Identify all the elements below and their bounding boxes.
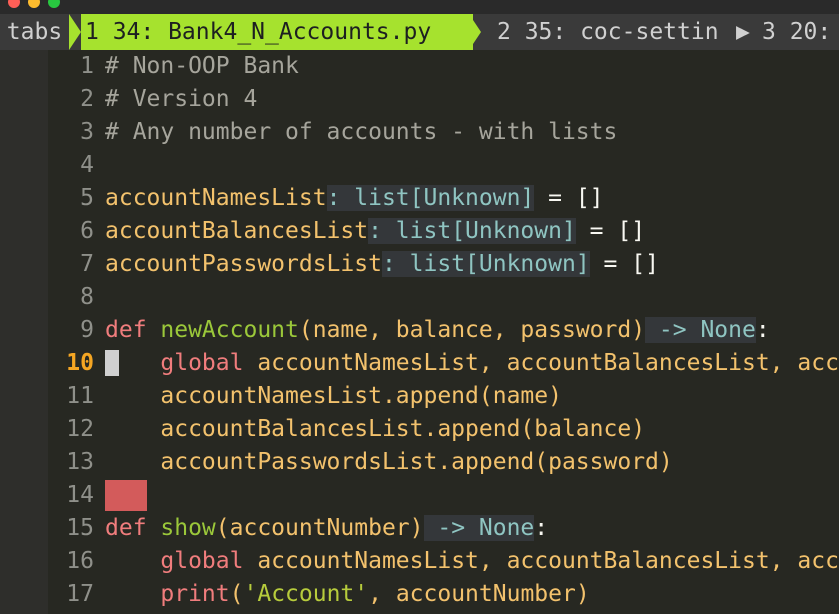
- code-line[interactable]: # Non-OOP Bank: [105, 50, 299, 83]
- code-line[interactable]: accountNamesList.append(name): [105, 380, 562, 413]
- code-line[interactable]: accountNamesList: list[Unknown] = []: [105, 182, 604, 215]
- line-number: 1: [80, 53, 94, 79]
- line-number: 9: [80, 317, 94, 343]
- code-line[interactable]: print('Account', accountNumber): [105, 578, 590, 611]
- code-line[interactable]: # Any number of accounts - with lists: [105, 116, 617, 149]
- line-number: 2: [80, 86, 94, 112]
- code-token: []: [631, 251, 659, 277]
- code-token: (accountNumber): [215, 515, 424, 541]
- code-token: =: [575, 218, 618, 244]
- code-line[interactable]: # Version 4: [105, 83, 257, 116]
- code-token: show: [160, 515, 216, 541]
- code-token: :: [534, 515, 549, 541]
- tabline-label: tabs: [0, 14, 69, 50]
- code-token: accountPasswordsList: [105, 251, 382, 277]
- code-token: 'Account': [243, 581, 369, 607]
- code-token: def: [105, 317, 161, 343]
- line-number: 6: [80, 218, 94, 244]
- code-line[interactable]: def newAccount(name, balance, password) …: [105, 314, 770, 347]
- line-number: 14: [66, 482, 94, 508]
- code-line[interactable]: accountPasswordsList.append(password): [105, 446, 673, 479]
- code-token: # Version 4: [105, 86, 258, 112]
- code-token: =: [534, 185, 576, 211]
- code-token: print: [160, 581, 230, 607]
- error-sign-marker: [105, 480, 147, 511]
- line-number: 13: [66, 449, 94, 475]
- code-token: []: [575, 185, 604, 211]
- code-token: : list[Unknown]: [381, 251, 590, 277]
- close-window-button[interactable]: [8, 0, 20, 8]
- code-token: global: [160, 548, 244, 574]
- window-titlebar: [0, 0, 839, 14]
- code-line[interactable]: def show(accountNumber) -> None:: [105, 512, 548, 545]
- code-token: , accountNumber): [368, 581, 590, 607]
- line-number: 3: [80, 119, 94, 145]
- code-token: : list[Unknown]: [326, 185, 535, 211]
- line-number: 16: [66, 548, 94, 574]
- code-token: accountNamesList.append(name): [105, 383, 562, 409]
- tab-2[interactable]: 2 35: coc-settin: [497, 14, 719, 50]
- code-line[interactable]: accountBalancesList: list[Unknown] = []: [105, 215, 645, 248]
- sign-column: [0, 50, 48, 614]
- line-number: 4: [80, 152, 94, 178]
- code-token: def: [105, 515, 161, 541]
- line-number: 15: [66, 515, 94, 541]
- code-token: # Any number of accounts - with lists: [105, 119, 618, 145]
- tab-1-active[interactable]: 1 34: Bank4_N_Accounts.py: [81, 14, 473, 50]
- code-token: (: [229, 581, 244, 607]
- minimize-window-button[interactable]: [28, 0, 40, 8]
- code-token: accountNamesList, accountBalancesList, a…: [243, 548, 839, 574]
- tab-active-arrow: [469, 14, 481, 50]
- code-line[interactable]: global accountNamesList, accountBalances…: [105, 347, 839, 380]
- line-number: 17: [66, 581, 94, 607]
- tab-separator-icon: ▶: [736, 19, 750, 45]
- line-number: 10: [66, 350, 94, 376]
- line-number: 8: [80, 284, 94, 310]
- tab-separator-arrow: [69, 14, 81, 50]
- code-token: (name, balance, password): [298, 317, 646, 343]
- code-token: -> None: [645, 317, 756, 343]
- code-line[interactable]: global accountNamesList, accountBalances…: [105, 545, 839, 578]
- cursor-indicator: [105, 350, 119, 376]
- code-token: :: [755, 317, 770, 343]
- code-token: =: [589, 251, 632, 277]
- code-line[interactable]: accountPasswordsList: list[Unknown] = []: [105, 248, 659, 281]
- line-number: 7: [80, 251, 94, 277]
- code-token: accountBalancesList.append(balance): [105, 416, 646, 442]
- tab-3[interactable]: 3 20:: [762, 14, 831, 50]
- code-token: accountNamesList, accountBalancesList, a…: [243, 350, 839, 376]
- line-number: 5: [80, 185, 94, 211]
- vim-tabline: tabs 1 34: Bank4_N_Accounts.py 2 35: coc…: [0, 14, 839, 50]
- code-token: accountBalancesList: [105, 218, 369, 244]
- code-token: newAccount: [160, 317, 299, 343]
- zoom-window-button[interactable]: [48, 0, 60, 8]
- line-number: 11: [66, 383, 94, 409]
- code-line[interactable]: accountBalancesList.append(balance): [105, 413, 645, 446]
- code-token: accountNamesList: [105, 185, 327, 211]
- line-number: 12: [66, 416, 94, 442]
- code-token: []: [617, 218, 646, 244]
- code-token: : list[Unknown]: [368, 218, 576, 244]
- code-token: -> None: [423, 515, 535, 541]
- code-token: global: [160, 350, 244, 376]
- code-token: accountPasswordsList.append(password): [105, 449, 673, 475]
- code-token: # Non-OOP Bank: [105, 53, 299, 79]
